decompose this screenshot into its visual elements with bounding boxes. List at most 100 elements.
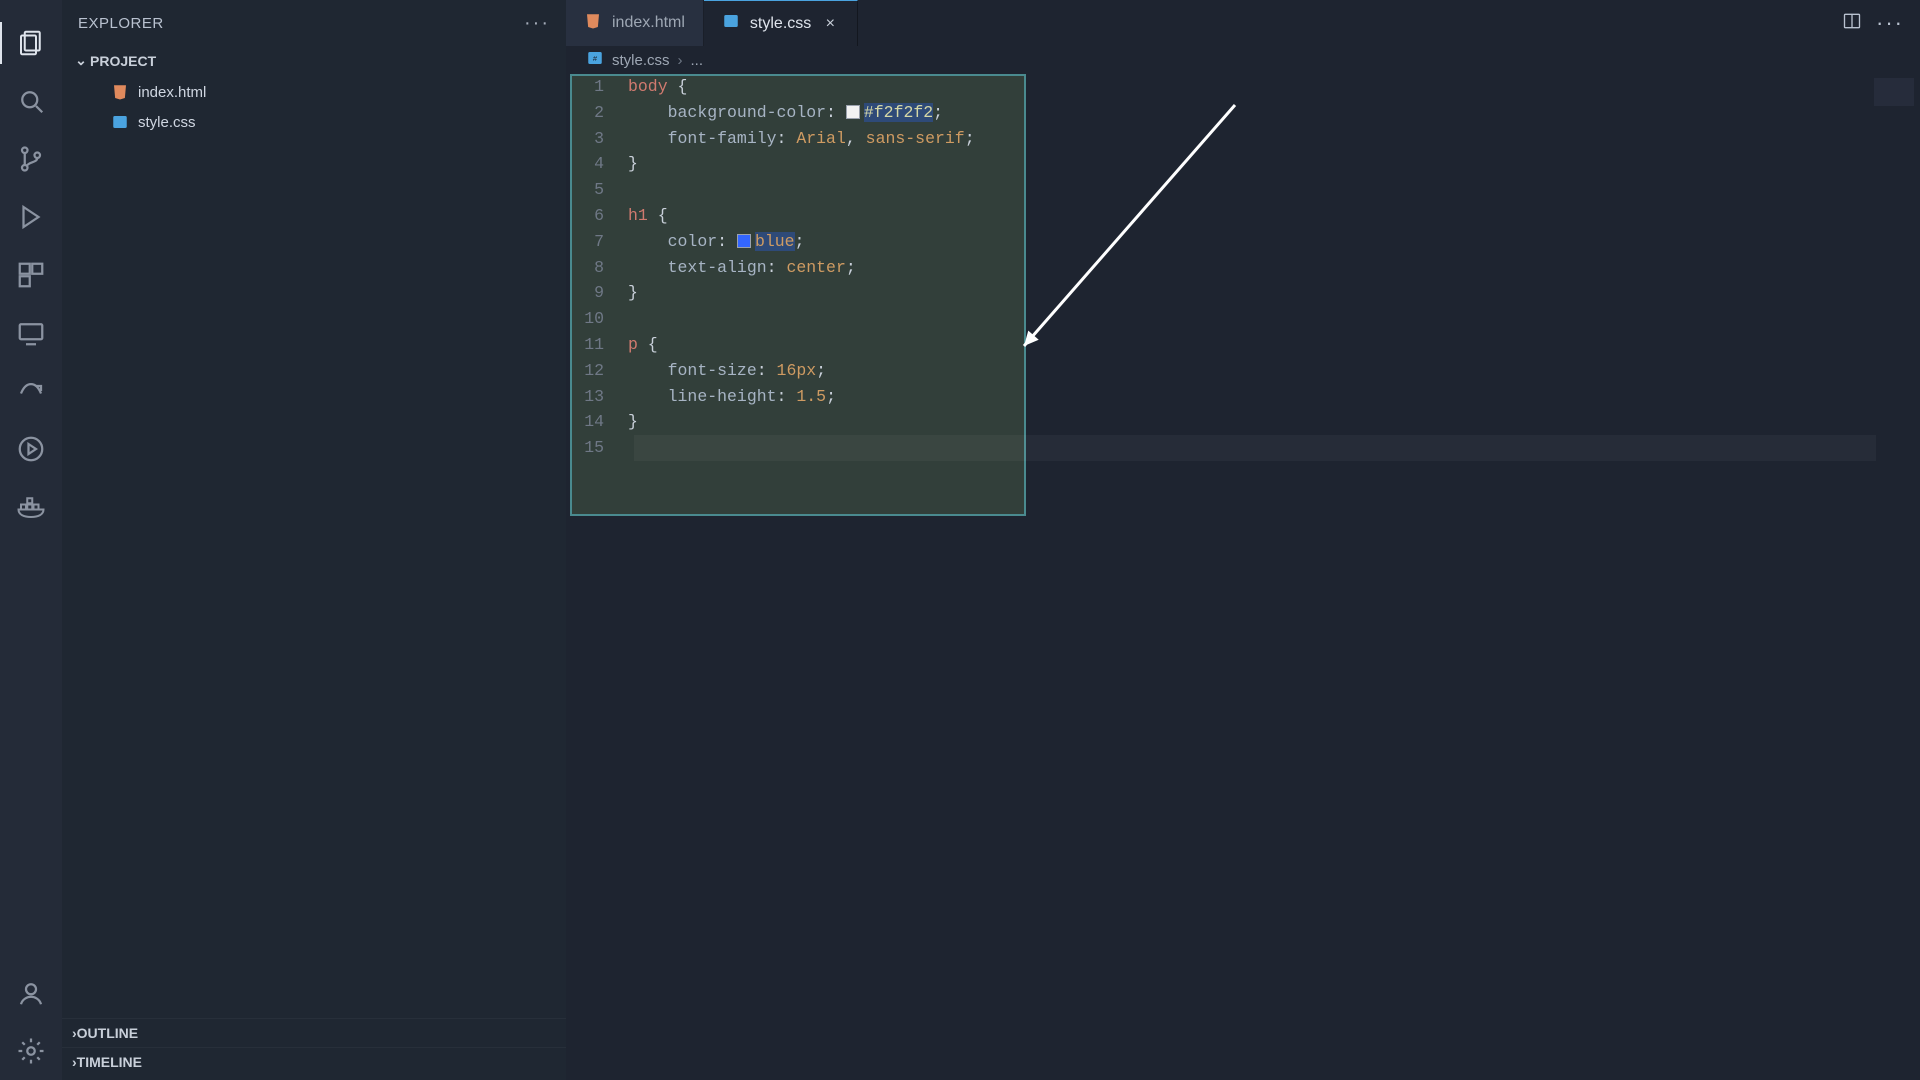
css-file-icon [110,112,130,132]
activity-extensions[interactable] [8,252,54,298]
timeline-label: TIMELINE [77,1054,142,1070]
line-text: } [628,280,638,306]
activity-search[interactable] [8,78,54,124]
line-number: 6 [566,203,628,229]
code-line: 5 [566,177,1920,203]
gear-icon [16,1036,46,1066]
line-text: color: blue; [628,229,804,255]
tab-bar-actions: ··· [1826,0,1920,46]
line-number: 9 [566,280,628,306]
line-number: 8 [566,255,628,281]
line-number: 3 [566,126,628,152]
tab-bar: index.html style.css × ··· [566,0,1920,46]
split-editor-button[interactable] [1842,11,1862,36]
activity-settings[interactable] [8,1028,54,1074]
tab-label: style.css [750,15,811,33]
minimap[interactable] [1874,78,1914,106]
branch-icon [16,144,46,174]
project-label: PROJECT [90,53,156,69]
share-icon [16,376,46,406]
line-number: 11 [566,332,628,358]
line-text: h1 { [628,203,668,229]
explorer-more-button[interactable]: ··· [524,12,550,35]
line-number: 10 [566,306,628,332]
line-text: body { [628,74,687,100]
project-section-header[interactable]: ⌄ PROJECT [62,46,566,75]
line-number: 15 [566,435,628,461]
code-line: 15 [566,435,1920,461]
code-line: 10 [566,306,1920,332]
tab-label: index.html [612,14,685,32]
chevron-right-icon: › [678,52,683,69]
line-number: 4 [566,151,628,177]
line-text: line-height: 1.5; [628,384,836,410]
line-text: background-color: #f2f2f2; [628,100,943,126]
breadcrumb-file: style.css [612,52,670,69]
circle-play-icon [16,434,46,464]
outline-section-header[interactable]: › OUTLINE [62,1018,566,1047]
files-icon [16,28,46,58]
code-line: 8 text-align: center; [566,255,1920,281]
account-icon [16,978,46,1008]
code-line: 14} [566,409,1920,435]
outline-label: OUTLINE [77,1025,138,1041]
code-line: 6h1 { [566,203,1920,229]
breadcrumb-rest: ... [691,52,704,69]
line-number: 13 [566,384,628,410]
file-item-style-css[interactable]: style.css [62,107,566,137]
line-text: } [628,409,638,435]
activity-remote[interactable] [8,310,54,356]
line-number: 14 [566,409,628,435]
breadcrumb[interactable]: # style.css › ... [566,46,1920,74]
explorer-panel: EXPLORER ··· ⌄ PROJECT index.html style.c… [62,0,566,1080]
line-text: font-family: Arial, sans-serif; [628,126,975,152]
file-item-label: index.html [138,84,206,101]
line-number: 5 [566,177,628,203]
explorer-header: EXPLORER ··· [62,0,566,46]
search-icon [16,86,46,116]
activity-timeline-play[interactable] [8,426,54,472]
line-text: text-align: center; [628,255,856,281]
editor-area: index.html style.css × ··· # style.css › .… [566,0,1920,1080]
activity-account[interactable] [8,970,54,1016]
file-item-label: style.css [138,114,196,131]
file-tree: index.html style.css [62,75,566,143]
file-item-index-html[interactable]: index.html [62,77,566,107]
activity-explorer[interactable] [8,20,54,66]
line-text: p { [628,332,658,358]
activity-source-control[interactable] [8,136,54,182]
tab-index-html[interactable]: index.html [566,0,704,46]
html-file-icon [110,82,130,102]
activity-share[interactable] [8,368,54,414]
code-line: 7 color: blue; [566,229,1920,255]
code-line: 13 line-height: 1.5; [566,384,1920,410]
code-line: 1body { [566,74,1920,100]
html-file-icon [584,12,602,35]
code-editor[interactable]: 1body {2 background-color: #f2f2f2;3 fon… [566,74,1920,1080]
activity-run-debug[interactable] [8,194,54,240]
css-file-icon: # [586,49,604,71]
color-swatch-icon [846,105,860,119]
code-line: 9} [566,280,1920,306]
extensions-icon [16,260,46,290]
code-line: 4} [566,151,1920,177]
activity-docker[interactable] [8,484,54,530]
line-text: } [628,151,638,177]
docker-icon [16,492,46,522]
editor-more-button[interactable]: ··· [1876,10,1904,36]
code-line: 3 font-family: Arial, sans-serif; [566,126,1920,152]
chevron-down-icon: ⌄ [72,52,90,69]
tab-style-css[interactable]: style.css × [704,0,858,46]
line-text: font-size: 16px; [628,358,826,384]
line-number: 2 [566,100,628,126]
split-editor-icon [1842,11,1862,31]
explorer-title: EXPLORER [78,15,164,32]
line-number: 1 [566,74,628,100]
code-line: 2 background-color: #f2f2f2; [566,100,1920,126]
code-line: 12 font-size: 16px; [566,358,1920,384]
css-file-icon [722,12,740,35]
close-icon[interactable]: × [821,15,839,33]
code-line: 11p { [566,332,1920,358]
timeline-section-header[interactable]: › TIMELINE [62,1047,566,1076]
monitor-icon [16,318,46,348]
